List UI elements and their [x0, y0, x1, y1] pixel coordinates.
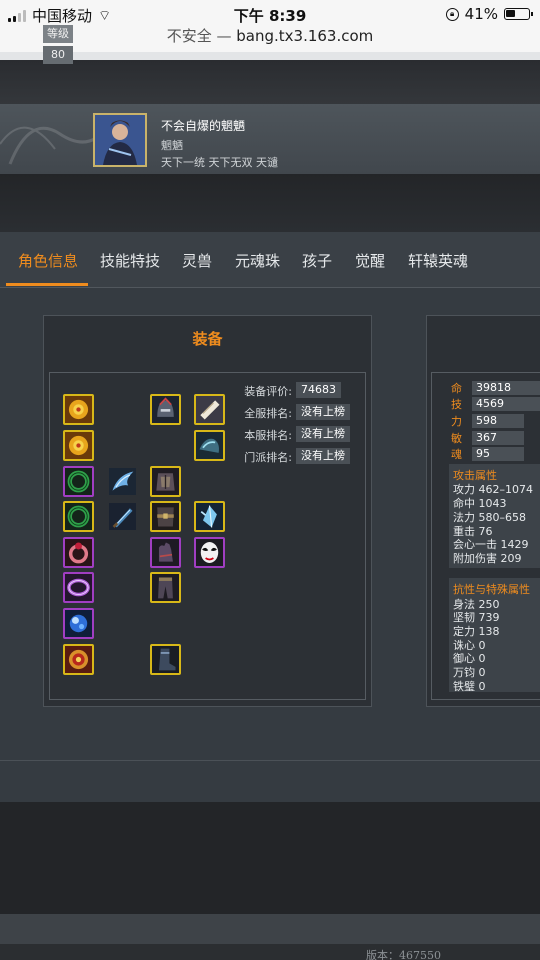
- page-footer-dark: [0, 802, 540, 914]
- violet-band-icon: [65, 574, 92, 601]
- attr-key-skill: 技: [451, 398, 462, 411]
- jade-ring-icon: [65, 503, 92, 530]
- gold-amulet-icon: [65, 432, 92, 459]
- tab-children[interactable]: 孩子: [302, 250, 332, 271]
- equip-slot-1[interactable]: [63, 394, 94, 425]
- blue-gem-icon: [65, 610, 92, 637]
- leggings-icon: [152, 574, 179, 601]
- equip-slot-19[interactable]: [63, 644, 94, 675]
- equip-slot-7[interactable]: [107, 466, 138, 497]
- red-gold-talisman-icon: [65, 646, 92, 673]
- character-server: 天下一统 天下无双 天谴: [161, 156, 278, 169]
- rotation-lock-icon: 🔒︎: [445, 7, 459, 21]
- character-name: 不会自爆的魍魉: [161, 119, 246, 133]
- security-label: 不安全 —: [166, 27, 232, 45]
- equip-slot-5[interactable]: [194, 430, 225, 461]
- equip-slot-16[interactable]: [63, 572, 94, 603]
- level-value: 80: [43, 46, 73, 64]
- status-right: 🔒︎ 41%: [445, 5, 533, 23]
- character-portrait-icon: [95, 115, 145, 165]
- version-label: 版本：467550: [366, 949, 441, 960]
- stat-label-server-rank: 本服排名:: [244, 429, 292, 442]
- shoulder-armor-icon: [196, 432, 223, 459]
- tab-skills[interactable]: 技能特技: [100, 250, 160, 271]
- equip-slot-12[interactable]: [194, 501, 225, 532]
- tab-awakening[interactable]: 觉醒: [355, 250, 385, 271]
- attr-value-hp: 39818: [472, 381, 540, 395]
- attr-key-agility: 敏: [451, 432, 462, 445]
- avatar: [93, 113, 147, 167]
- equip-slot-10[interactable]: [107, 501, 138, 532]
- attr-value-strength: 598: [472, 414, 524, 428]
- tab-xuanyuan-soul[interactable]: 轩辕英魂: [408, 250, 468, 271]
- status-bar: 中国移动 ⌔ 下午 8:39 🔒︎ 41%: [0, 0, 540, 28]
- header-band: [0, 60, 540, 104]
- url-domain: bang.tx3.163.com: [236, 27, 374, 45]
- equip-slot-2[interactable]: [150, 394, 181, 425]
- level-label: 等级: [43, 25, 73, 43]
- stat-value-server-rank: 没有上榜: [296, 426, 350, 442]
- content-footer: [0, 760, 540, 802]
- equip-slot-11[interactable]: [150, 501, 181, 532]
- stat-value-school-rank: 没有上榜: [296, 448, 350, 464]
- jade-ring-icon: [65, 468, 92, 495]
- header-band-lower: [0, 174, 540, 232]
- equip-slot-15[interactable]: [194, 537, 225, 568]
- equip-slot-20[interactable]: [150, 644, 181, 675]
- belt-armor-icon: [152, 503, 179, 530]
- tab-pets[interactable]: 灵兽: [182, 250, 212, 271]
- attr-key-hp: 命: [451, 382, 462, 395]
- equipment-title: 装备: [192, 330, 223, 348]
- page-footer-band: [0, 914, 540, 944]
- attack-attr-item: 附加伤害 209: [453, 552, 522, 565]
- boots-icon: [152, 646, 179, 673]
- tab-role-info[interactable]: 角色信息: [18, 250, 78, 271]
- resist-attr-item: 铁璧 0: [453, 680, 486, 693]
- equip-slot-9[interactable]: [63, 501, 94, 532]
- stat-value-score: 74683: [296, 382, 341, 398]
- equip-slot-18[interactable]: [63, 608, 94, 639]
- scroll-icon: [196, 396, 223, 423]
- character-class: 魍魉: [161, 139, 183, 152]
- gloves-icon: [152, 539, 179, 566]
- equip-slot-4[interactable]: [63, 430, 94, 461]
- equip-slot-17[interactable]: [150, 572, 181, 603]
- dark-helmet-icon: [152, 396, 179, 423]
- opera-mask-icon: [196, 539, 223, 566]
- gold-amulet-icon: [65, 396, 92, 423]
- equip-slot-8[interactable]: [150, 466, 181, 497]
- stat-label-score: 装备评价:: [244, 385, 292, 398]
- stat-value-global-rank: 没有上榜: [296, 404, 350, 420]
- chest-armor-icon: [152, 468, 179, 495]
- stat-label-school-rank: 门派排名:: [244, 451, 292, 464]
- equip-slot-14[interactable]: [150, 537, 181, 568]
- equip-slot-3[interactable]: [194, 394, 225, 425]
- attr-key-strength: 力: [451, 415, 462, 428]
- stat-label-global-rank: 全服排名:: [244, 407, 292, 420]
- red-ring-icon: [65, 539, 92, 566]
- resist-attributes-title: 抗性与特殊属性: [453, 583, 530, 596]
- battery-percent: 41%: [464, 5, 498, 23]
- attr-value-soul: 95: [472, 447, 524, 461]
- equip-slot-6[interactable]: [63, 466, 94, 497]
- page-footer-bottom: [0, 944, 540, 960]
- battery-icon: [504, 8, 533, 20]
- ice-wing-icon: [109, 468, 136, 495]
- blade-weapon-icon: [109, 503, 136, 530]
- attr-value-agility: 367: [472, 431, 524, 445]
- top-strip: [0, 52, 540, 60]
- active-tab-indicator: [6, 283, 88, 286]
- attr-key-soul: 魂: [451, 448, 462, 461]
- crystal-shard-icon: [196, 503, 223, 530]
- equip-slot-13[interactable]: [63, 537, 94, 568]
- tab-bar: 角色信息 技能特技 灵兽 元魂珠 孩子 觉醒 轩辕英魂: [0, 232, 540, 288]
- tab-soul-pearl[interactable]: 元魂珠: [235, 250, 280, 271]
- url-bar[interactable]: 不安全 — bang.tx3.163.com: [0, 28, 540, 52]
- attr-value-skill: 4569: [472, 397, 540, 411]
